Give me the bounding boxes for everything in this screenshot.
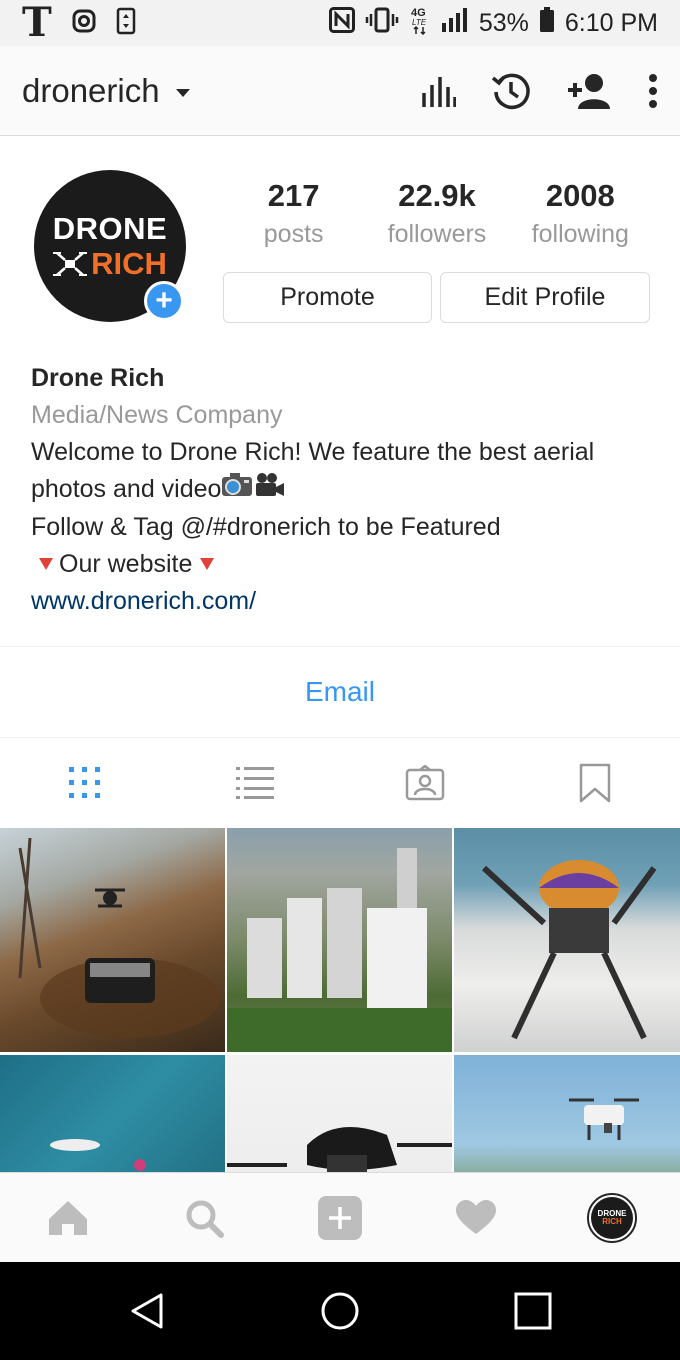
data-transfer-icon (116, 7, 136, 40)
grid-view-icon (69, 767, 100, 798)
contact-bar: Email (0, 646, 680, 738)
discover-people-icon[interactable] (566, 72, 614, 110)
vibrate-icon (365, 7, 399, 40)
profile-stats: 217 posts 22.9k followers 2008 following (222, 177, 652, 249)
activity-heart-icon (456, 1199, 496, 1234)
system-navigation-bar (0, 1262, 680, 1360)
post-thumbnail[interactable] (0, 1055, 225, 1172)
post-thumbnail[interactable] (227, 828, 452, 1052)
movie-camera-emoji-icon (253, 472, 285, 509)
email-button[interactable]: Email (305, 676, 375, 708)
stat-following[interactable]: 2008 following (509, 177, 652, 249)
battery-percent: 53% (478, 8, 529, 37)
bio-line-text: Our website (59, 549, 193, 578)
recents-icon[interactable] (513, 1291, 553, 1331)
list-view-icon (236, 767, 274, 799)
home-circle-icon[interactable] (320, 1291, 360, 1331)
stat-value: 2008 (545, 178, 615, 213)
red-triangle-down-icon (39, 558, 53, 571)
nav-search[interactable] (136, 1173, 272, 1262)
bio-line: Follow & Tag @/#dronerich to be Featured (31, 512, 501, 541)
business-category: Media/News Company (31, 401, 283, 429)
nfc-icon (328, 6, 355, 40)
profile-summary: DRONE RICH + 217 posts 22.9k followers 2… (0, 137, 680, 337)
post-thumbnail[interactable] (454, 1055, 680, 1172)
nav-home[interactable] (0, 1173, 136, 1262)
tab-saved[interactable] (510, 738, 680, 828)
avatar-text-top: DRONE (52, 211, 168, 246)
nav-new-post[interactable] (272, 1173, 408, 1262)
camera-emoji-icon (221, 472, 253, 509)
more-options-icon[interactable] (648, 73, 658, 109)
stat-posts[interactable]: 217 posts (222, 177, 365, 249)
bio-line-text: photos and video (31, 475, 222, 503)
network-type-icon: 4G LTE (409, 5, 431, 42)
edit-profile-button[interactable]: Edit Profile (440, 272, 650, 323)
insights-icon[interactable] (420, 73, 456, 109)
clock: 6:10 PM (564, 8, 658, 37)
nav-avatar-text-bottom: RICH (602, 1216, 622, 1226)
post-thumbnail[interactable] (227, 1055, 452, 1172)
chevron-down-icon (175, 88, 190, 97)
nav-activity[interactable] (408, 1173, 544, 1262)
archive-history-icon[interactable] (490, 70, 532, 112)
stat-label: following (531, 220, 629, 249)
stat-label: followers (387, 220, 487, 249)
website-link[interactable]: www.dronerich.com/ (31, 583, 651, 620)
drone-logo-icon (53, 251, 88, 276)
stat-value: 22.9k (398, 178, 476, 213)
status-bar: T 4G LTE 53% 6:10 PM (0, 0, 680, 46)
post-thumbnail[interactable] (0, 828, 225, 1052)
username-label: dronerich (22, 71, 160, 109)
post-thumbnail[interactable] (454, 828, 680, 1052)
add-story-button[interactable]: + (144, 281, 184, 321)
signal-icon (441, 7, 469, 40)
saved-icon (579, 763, 611, 803)
stat-value: 217 (267, 178, 320, 213)
profile-tabs (0, 738, 680, 828)
nav-profile[interactable]: DRONE RICH (544, 1173, 680, 1262)
carrier-logo: T (22, 0, 52, 46)
promote-button[interactable]: Promote (223, 272, 432, 323)
tab-list[interactable] (170, 738, 340, 828)
stat-followers[interactable]: 22.9k followers (365, 177, 508, 249)
tab-grid[interactable] (0, 738, 170, 828)
bottom-navigation: DRONE RICH (0, 1172, 680, 1262)
tab-tagged[interactable] (340, 738, 510, 828)
account-switcher[interactable]: dronerich (22, 72, 190, 110)
bio-website-heading: Our website (31, 546, 651, 583)
svg-text:LTE: LTE (412, 18, 427, 27)
stat-label: posts (263, 220, 324, 249)
home-icon (49, 1200, 87, 1235)
profile-bio: Drone Rich Media/News Company Welcome to… (31, 360, 651, 620)
new-post-icon (318, 1195, 362, 1240)
avatar-text-bottom: RICH (91, 246, 167, 281)
search-icon (186, 1200, 224, 1238)
profile-header: dronerich (0, 46, 680, 136)
tagged-photos-icon (405, 765, 445, 801)
red-triangle-down-icon (200, 558, 215, 571)
bio-line-media: photos and video (31, 471, 651, 509)
display-name: Drone Rich (31, 364, 165, 392)
profile-avatar: DRONE RICH (587, 1192, 637, 1243)
back-icon[interactable] (127, 1291, 167, 1331)
post-grid (0, 828, 680, 1172)
bio-line: Welcome to Drone Rich! We feature the be… (31, 438, 595, 466)
instagram-notification-icon (72, 9, 96, 38)
battery-icon (539, 6, 555, 40)
